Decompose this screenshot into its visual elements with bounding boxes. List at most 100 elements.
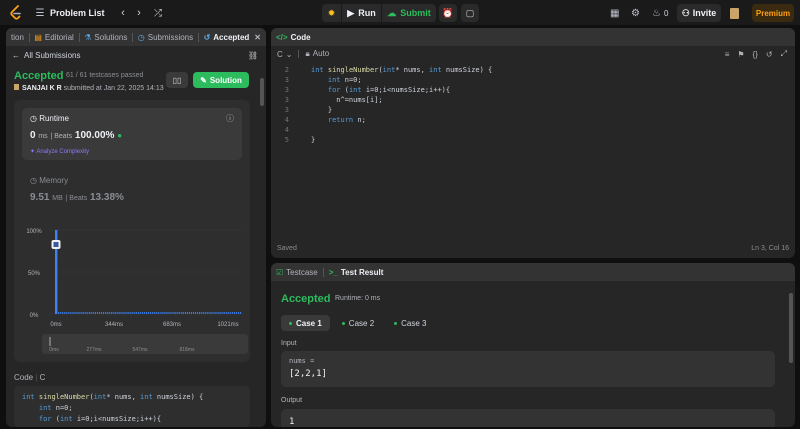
chart-bar	[221, 312, 223, 314]
all-submissions-bar: ← All Submissions ⛓	[6, 46, 266, 64]
chart-bar	[190, 312, 193, 314]
back-arrow-icon[interactable]: ←	[12, 51, 20, 60]
avatar[interactable]	[730, 0, 739, 26]
analyze-complexity-link[interactable]: ✦ Analyze Complexity	[30, 148, 89, 155]
chart-range-scrubber[interactable]: 0ms 277ms 547ms 818ms	[42, 334, 248, 354]
note-icon[interactable]: ▢	[461, 4, 479, 22]
tab-submissions[interactable]: ◷ Submissions	[133, 28, 198, 46]
case-tab-3[interactable]: Case 3	[386, 315, 434, 331]
chart-bar	[203, 312, 205, 314]
left-tabs: tion ▤ Editorial ⚗ Solutions ◷ Submissions …	[6, 28, 266, 46]
run-button[interactable]: ▶ Run	[342, 4, 382, 22]
chart-bar	[107, 312, 109, 314]
chart-bar	[70, 312, 72, 314]
code-editor[interactable]: 2 int singleNumber(int* nums, int numsSiz…	[271, 66, 795, 236]
chart-bar	[133, 312, 135, 314]
test-result-panel: ☑ Testcase >_ Test Result Accepted Runti…	[271, 263, 795, 427]
prev-problem-icon[interactable]: ‹	[118, 0, 128, 26]
output-label: Output	[281, 397, 303, 404]
scrub-tick-label: 818ms	[179, 347, 195, 353]
tab-solutions[interactable]: ⚗ Solutions	[79, 28, 132, 46]
scrub-tick-label: 0ms	[49, 347, 59, 353]
chart-bar	[68, 312, 70, 314]
debug-icon[interactable]: ✹	[322, 4, 342, 22]
y-tick-label: 0%	[30, 313, 39, 319]
tab-editorial[interactable]: ▤ Editorial	[29, 28, 78, 46]
runtime-label: ◷ Runtime	[30, 114, 69, 123]
chart-bar	[164, 312, 166, 314]
checkbox-icon: ☑	[276, 267, 284, 277]
premium-button[interactable]: Premium	[752, 4, 794, 22]
code-line[interactable]: 5}	[271, 136, 795, 146]
code-line[interactable]: 3 for (int i=0;i<numsSize;i++){	[271, 86, 795, 96]
code-line[interactable]: 3 }	[271, 106, 795, 116]
chart-bar	[58, 312, 60, 314]
line-number: 2	[284, 66, 289, 74]
braces-icon[interactable]: {}	[753, 50, 758, 59]
problem-list-link[interactable]: Problem List	[50, 0, 105, 26]
scrub-tick-label: 547ms	[132, 347, 148, 353]
chart-bar	[109, 312, 111, 314]
chart-bar	[82, 312, 84, 314]
tab-description[interactable]: tion	[6, 28, 29, 46]
tab-code[interactable]: </> Code	[271, 28, 316, 46]
tab-accepted[interactable]: ↺ Accepted ✕	[199, 28, 266, 46]
chart-bar	[170, 312, 172, 314]
reset-icon[interactable]: ↺	[766, 50, 773, 59]
settings-gear-icon[interactable]: ⚙	[631, 0, 640, 26]
timer-icon[interactable]: ⏰	[439, 4, 457, 22]
output-value: 1	[289, 417, 295, 427]
code-line[interactable]: 4 return n;	[271, 116, 795, 126]
chart-bar	[219, 312, 221, 314]
code-line[interactable]: 3 n^=nums[i];	[271, 96, 795, 106]
format-icon[interactable]: ≡	[725, 50, 730, 59]
x-tick-label: 0ms	[50, 322, 61, 328]
line-number: 3	[284, 76, 289, 84]
tab-testcase[interactable]: ☑ Testcase	[271, 263, 323, 281]
auto-mode[interactable]: 🔒︎ Auto	[305, 49, 329, 59]
case-tab-2[interactable]: Case 2	[334, 315, 382, 331]
code-line[interactable]: 2 int singleNumber(int* nums, int numsSiz…	[271, 66, 795, 76]
next-problem-icon[interactable]: ›	[134, 0, 144, 26]
left-scrollbar[interactable]	[260, 78, 264, 106]
chart-bar	[98, 312, 101, 314]
editorial-button[interactable]: ▯▯	[166, 72, 188, 88]
line-code: }	[311, 136, 316, 144]
bookmark-icon[interactable]: ⚑	[737, 50, 744, 59]
chart-bar	[182, 312, 184, 314]
memory-chip-icon: ◷	[30, 176, 40, 185]
all-submissions-link[interactable]: All Submissions	[24, 51, 80, 60]
layout-icon[interactable]: ▦	[610, 0, 619, 26]
chart-bar	[60, 312, 62, 314]
clock-icon: ◷	[137, 32, 145, 42]
runtime-card[interactable]: ◷ Runtime ⓘ 0 ms | Beats 100.00% ● ✦ Ana…	[22, 108, 242, 160]
language-select[interactable]: C ⌄	[277, 50, 292, 59]
tab-test-result[interactable]: >_ Test Result	[324, 263, 389, 281]
streak-counter[interactable]: ♨ 0	[652, 0, 668, 26]
info-icon[interactable]: ⓘ	[226, 113, 234, 124]
case-tab-1[interactable]: Case 1	[281, 315, 330, 331]
shuffle-icon[interactable]: ⤮	[152, 0, 164, 26]
memory-label[interactable]: ◷ Memory	[30, 176, 68, 185]
code-line[interactable]: 4	[271, 126, 795, 136]
line-code: return n;	[327, 116, 366, 124]
book-open-icon: ▯▯	[172, 75, 182, 85]
output-box: 1	[281, 409, 775, 427]
fullscreen-icon[interactable]: ⤢	[781, 49, 787, 59]
chart-bar	[113, 312, 115, 314]
problem-list-icon[interactable]: ☰	[34, 0, 46, 26]
code-panel-header: </> Code	[271, 28, 795, 46]
solution-button[interactable]: ✎ Solution	[193, 72, 249, 88]
close-icon[interactable]: ✕	[254, 33, 261, 42]
result-scrollbar[interactable]	[789, 293, 793, 363]
link-icon[interactable]: ⛓	[248, 51, 258, 60]
chevron-down-icon: ⌄	[285, 49, 293, 59]
code-line[interactable]: 3 int n=0;	[271, 76, 795, 86]
chart-bar	[102, 312, 105, 314]
line-number: 4	[284, 116, 289, 124]
leetcode-logo-icon[interactable]	[8, 0, 24, 26]
submit-button[interactable]: ☁ Submit	[382, 4, 436, 22]
runtime-distribution-chart[interactable]: 100% 50% 0% 0ms 344ms 683ms 1021ms	[14, 220, 250, 330]
invite-button[interactable]: ⚇ Invite	[677, 4, 721, 22]
line-code: for (int i=0;i<numsSize;i++){	[327, 86, 451, 94]
